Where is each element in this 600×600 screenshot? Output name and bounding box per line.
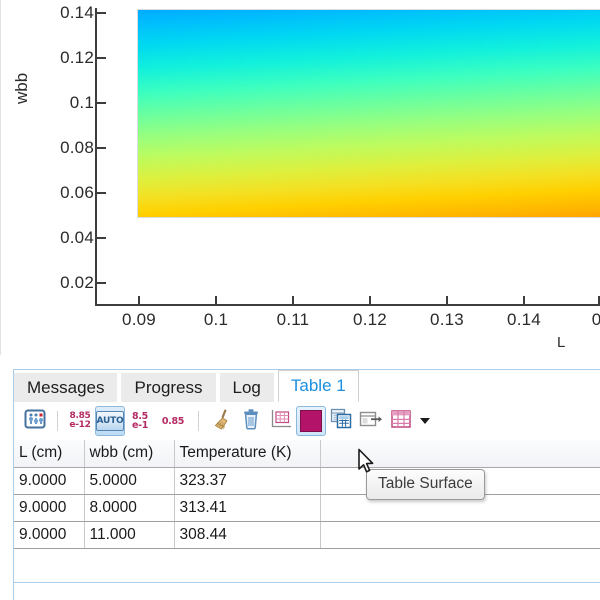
- table-row[interactable]: 9.0000 5.0000 323.37: [14, 467, 600, 494]
- y-axis-tick-label: 0.1: [70, 93, 94, 113]
- plot-panel: 0.14 0.12 0.1 0.08 0.06 0.04 0.02 0.09 0…: [0, 0, 600, 355]
- copy-table-button[interactable]: [326, 406, 356, 436]
- precision-full-icon: 8.85 e-12: [69, 412, 90, 430]
- y-axis-tick: [97, 237, 106, 239]
- more-options-button[interactable]: [416, 407, 434, 435]
- scientific-notation-button[interactable]: 8.5 e-1: [125, 406, 155, 436]
- precision-full-line2: e-12: [69, 420, 90, 430]
- table-graph-icon: [270, 409, 292, 434]
- x-axis-tick-label: 0.1: [204, 310, 228, 330]
- column-header-empty[interactable]: [320, 440, 600, 467]
- y-axis-tick-label: 0.12: [60, 48, 94, 68]
- toolbar-separator-1: [57, 411, 58, 431]
- y-axis-tick-label: 0.14: [60, 3, 94, 23]
- cell-temperature[interactable]: 308.44: [174, 521, 320, 548]
- x-axis-tick-label: 0.13: [430, 310, 464, 330]
- y-axis-tick: [97, 57, 106, 59]
- toolbar-separator-2: [198, 411, 199, 431]
- table-row[interactable]: 9.0000 8.0000 313.41: [14, 494, 600, 521]
- y-axis-tick: [97, 147, 106, 149]
- cell-wbb[interactable]: 11.000: [84, 521, 174, 548]
- tab-label: Messages: [27, 378, 104, 398]
- tab-label: Table 1: [291, 376, 346, 396]
- delete-table-button[interactable]: [236, 406, 266, 436]
- results-table-container[interactable]: L (cm) wbb (cm) Temperature (K) 9.0000 5…: [14, 440, 600, 582]
- export-icon: [359, 410, 383, 433]
- y-axis-tick: [97, 192, 106, 194]
- cell-empty[interactable]: [320, 521, 600, 548]
- clear-table-button[interactable]: [206, 406, 236, 436]
- cell-wbb[interactable]: 5.0000: [84, 467, 174, 494]
- y-axis-line: [95, 8, 97, 306]
- scientific-notation-icon: 8.5 e-1: [132, 412, 148, 430]
- copy-table-icon: [330, 408, 352, 434]
- y-axis-tick-label: 0.02: [60, 273, 94, 293]
- y-axis-tick-label: 0.08: [60, 138, 94, 158]
- x-axis-tick: [292, 296, 294, 305]
- x-axis-tick: [369, 296, 371, 305]
- trash-icon: [241, 408, 261, 435]
- surface-colormap-gradient: [138, 10, 600, 217]
- results-panel: Messages Progress Log Table 1: [0, 355, 600, 600]
- tab-label: Progress: [134, 378, 202, 398]
- scientific-line2: e-1: [132, 420, 148, 431]
- x-axis-tick-label: 0.09: [122, 310, 156, 330]
- tooltip: Table Surface: [366, 469, 485, 500]
- table-header-row: L (cm) wbb (cm) Temperature (K): [14, 440, 600, 467]
- y-axis-tick-label: 0.06: [60, 183, 94, 203]
- table-surface-color-swatch: [300, 410, 322, 432]
- full-precision-button[interactable]: 8.85 e-12: [65, 406, 95, 436]
- decimal-notation-icon: 0.85: [162, 417, 184, 426]
- plot-panel-left-border: [0, 0, 1, 355]
- table-graph-button[interactable]: [266, 406, 296, 436]
- x-axis-tick-label: 0.: [592, 310, 600, 330]
- clear-table-icon: [211, 408, 231, 435]
- x-axis-tick: [523, 296, 525, 305]
- y-axis-tick: [97, 102, 106, 104]
- x-axis-tick-label: 0.11: [277, 310, 310, 330]
- cell-temperature[interactable]: 313.41: [174, 494, 320, 521]
- tab-label: Log: [233, 378, 261, 398]
- tab-messages[interactable]: Messages: [14, 373, 117, 402]
- results-panel-bottom-border: [13, 582, 600, 583]
- cell-l[interactable]: 9.0000: [14, 494, 84, 521]
- results-table: L (cm) wbb (cm) Temperature (K) 9.0000 5…: [14, 440, 600, 549]
- decimal-notation-button[interactable]: 0.85: [155, 406, 191, 436]
- y-axis-tick: [97, 282, 106, 284]
- column-header-l[interactable]: L (cm): [14, 440, 84, 467]
- y-axis-tick-label: 0.04: [60, 228, 94, 248]
- x-axis-tick: [215, 296, 217, 305]
- x-axis-tick-label: 0.12: [353, 310, 387, 330]
- x-axis-label: L: [557, 334, 565, 351]
- table-settings-button[interactable]: [20, 406, 50, 436]
- chevron-down-icon: [420, 418, 430, 424]
- table-toolbar: 8.85 e-12 AUTO 8.5 e-1 0.85: [14, 402, 600, 440]
- table-settings-icon: [24, 409, 46, 434]
- auto-precision-icon: AUTO: [96, 411, 124, 431]
- x-axis-tick-label: 0.14: [507, 310, 541, 330]
- table-grid-icon: [390, 409, 412, 434]
- table-row[interactable]: 9.0000 11.000 308.44: [14, 521, 600, 548]
- cell-l[interactable]: 9.0000: [14, 467, 84, 494]
- cell-wbb[interactable]: 8.0000: [84, 494, 174, 521]
- auto-precision-button[interactable]: AUTO: [95, 406, 125, 436]
- x-axis-tick: [138, 296, 140, 305]
- column-header-wbb[interactable]: wbb (cm): [84, 440, 174, 467]
- tab-progress[interactable]: Progress: [121, 373, 215, 402]
- results-tabstrip: Messages Progress Log Table 1: [14, 370, 600, 402]
- table-surface-button[interactable]: [296, 406, 326, 436]
- cell-temperature[interactable]: 323.37: [174, 467, 320, 494]
- column-header-temperature[interactable]: Temperature (K): [174, 440, 320, 467]
- table-button[interactable]: [386, 406, 416, 436]
- y-axis-label: wbb: [12, 73, 32, 104]
- cell-l[interactable]: 9.0000: [14, 521, 84, 548]
- x-axis-tick: [446, 296, 448, 305]
- application-window: 0.14 0.12 0.1 0.08 0.06 0.04 0.02 0.09 0…: [0, 0, 600, 600]
- surface-plot[interactable]: [138, 10, 600, 217]
- tab-table-1[interactable]: Table 1: [278, 370, 359, 402]
- y-axis-tick: [97, 12, 106, 14]
- tab-log[interactable]: Log: [220, 373, 274, 402]
- export-table-button[interactable]: [356, 406, 386, 436]
